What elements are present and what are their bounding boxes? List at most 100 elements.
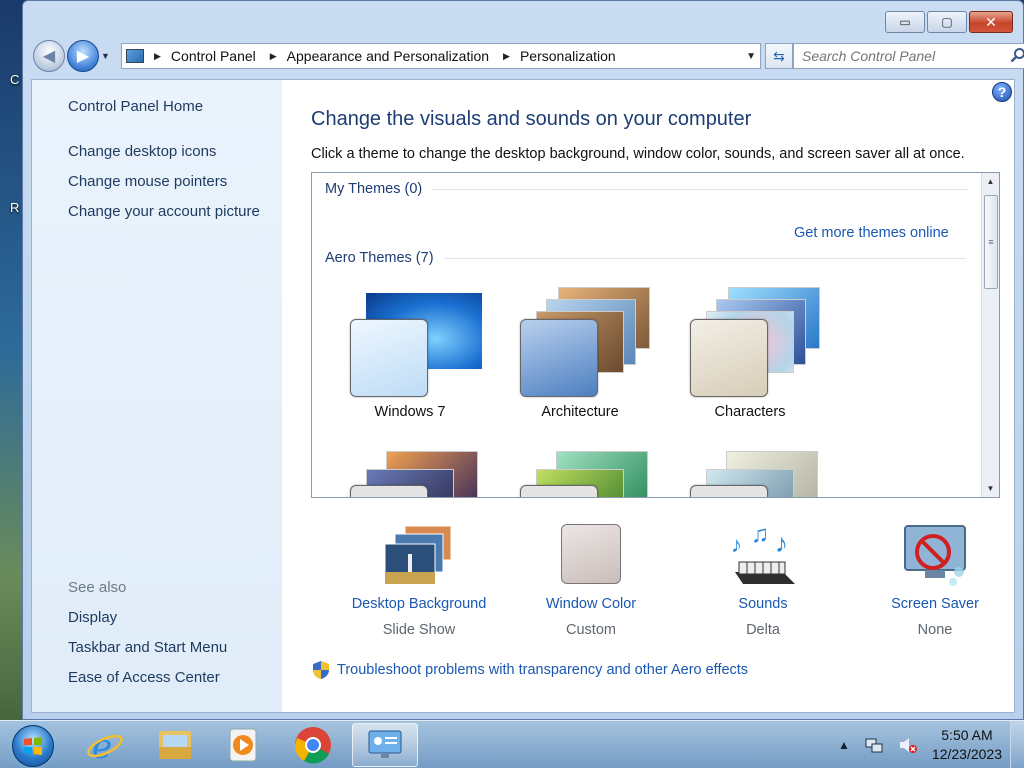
show-hidden-icons-button[interactable]: ▲ [838,738,850,752]
refresh-icon: ⇆ [773,47,785,64]
desktop-icon-label[interactable]: R [10,200,19,215]
start-button[interactable] [12,725,54,767]
window-color-icon [561,524,621,584]
taskbar: e ▲ 5:50 AM 12/23/2023 [0,720,1024,768]
task-pane: Control Panel Home Change desktop icons … [32,80,282,712]
theme-windows-7[interactable]: Windows 7 [330,283,490,428]
desktop-background-link[interactable]: Desktop Background [334,596,504,612]
control-panel-icon [368,730,402,758]
theme-label: Characters [714,404,786,420]
theme-characters[interactable]: Characters [670,283,830,428]
sounds-link[interactable]: Sounds [678,596,848,612]
forward-arrow-icon: ▶ [76,48,90,65]
scroll-up-icon[interactable]: ▲ [982,173,999,190]
maximize-button[interactable]: ▢ [927,11,967,33]
change-account-picture-link[interactable]: Change your account picture [68,203,260,220]
svg-text:e: e [92,727,112,764]
group-label: Aero Themes (7) [325,250,434,266]
back-button[interactable]: ◀ [33,40,65,72]
clock-time: 5:50 AM [941,727,993,743]
help-icon[interactable]: ? [992,82,1012,102]
desktop-icon-label[interactable]: C [10,72,19,87]
chevron-right-icon[interactable]: ▶ [270,51,277,62]
taskbar-control-panel[interactable] [352,723,418,767]
taskbar-chrome[interactable] [282,723,344,767]
search-icon[interactable] [1010,47,1024,63]
media-player-icon [229,728,257,762]
theme-tile-partial[interactable] [330,445,490,497]
screen-saver-icon [904,525,966,586]
theme-tile-partial[interactable] [500,445,660,497]
my-themes-header: My Themes (0) [325,181,969,197]
screen-saver-tile[interactable]: Screen Saver None [850,522,1020,642]
themes-list[interactable]: My Themes (0) Get more themes online Aer… [311,172,1000,498]
close-icon: ✕ [985,13,997,30]
get-more-themes-link[interactable]: Get more themes online [794,225,949,241]
navigation-bar: ◀ ▶ ▼ ▶ Control Panel ▶ Appearance and Pe… [33,39,1024,73]
clock-date: 12/23/2023 [931,746,1002,762]
taskbar-start-menu-link[interactable]: Taskbar and Start Menu [68,639,227,656]
taskbar-internet-explorer[interactable]: e [74,723,136,767]
recent-pages-dropdown[interactable]: ▼ [101,51,115,61]
forward-button[interactable]: ▶ [67,40,99,72]
breadcrumb-label: Appearance and Personalization [286,48,490,64]
show-desktop-button[interactable] [1010,721,1024,768]
page-description: Click a theme to change the desktop back… [311,146,965,162]
windows-logo-icon [24,737,42,755]
chrome-icon [294,727,331,764]
screen-saver-link[interactable]: Screen Saver [850,596,1020,612]
window-color-value: Custom [566,622,616,638]
clock[interactable]: 5:50 AM 12/23/2023 [932,726,1002,764]
ease-of-access-link[interactable]: Ease of Access Center [68,669,220,686]
taskbar-media-player[interactable] [212,723,274,767]
theme-color-swatch [350,319,428,397]
chevron-right-icon: ▶ [154,50,161,61]
chevron-right-icon[interactable]: ▶ [503,51,510,62]
page-title: Change the visuals and sounds on your co… [311,108,752,130]
theme-color-swatch [690,485,768,497]
theme-tile-partial[interactable] [670,445,830,497]
search-input[interactable] [802,48,1002,64]
content-area: Control Panel Home Change desktop icons … [31,79,1015,713]
search-box[interactable] [793,43,1024,69]
minimize-icon: ▭ [899,15,911,29]
volume-muted-icon[interactable] [898,735,918,755]
breadcrumb-item[interactable]: Control Panel ▶ [171,48,287,64]
desktop-background-icon [384,525,452,585]
close-button[interactable]: ✕ [969,11,1013,33]
scroll-thumb[interactable]: ≡ [984,195,998,289]
troubleshoot-link[interactable]: Troubleshoot problems with transparency … [337,662,748,678]
address-dropdown-button[interactable]: ▼ [746,51,756,62]
system-tray: ▲ 5:50 AM 12/23/2023 [838,721,1024,768]
change-desktop-icons-link[interactable]: Change desktop icons [68,143,216,160]
address-bar[interactable]: ▶ Control Panel ▶ Appearance and Personal… [121,43,761,69]
svg-text:♪: ♪ [731,532,742,557]
display-link[interactable]: Display [68,609,117,626]
theme-architecture[interactable]: Architecture [500,283,660,428]
refresh-button[interactable]: ⇆ [765,43,793,69]
aero-themes-header: Aero Themes (7) [325,250,966,266]
breadcrumb-item[interactable]: Personalization [520,48,616,64]
sounds-tile[interactable]: ♪ ♫ ♪ Sounds Delta [678,522,848,642]
window-color-tile[interactable]: Window Color Custom [506,522,676,642]
change-mouse-pointers-link[interactable]: Change mouse pointers [68,173,227,190]
scroll-down-icon[interactable]: ▼ [982,480,999,497]
divider [443,257,966,259]
desktop-background-tile[interactable]: Desktop Background Slide Show [334,522,504,642]
window-color-link[interactable]: Window Color [506,596,676,612]
maximize-icon: ▢ [941,15,953,29]
theme-color-swatch [520,319,598,397]
troubleshoot-row[interactable]: Troubleshoot problems with transparency … [311,660,748,680]
minimize-button[interactable]: ▭ [885,11,925,33]
taskbar-file-explorer[interactable] [144,723,206,767]
theme-color-swatch [520,485,598,497]
group-label: My Themes (0) [325,181,423,197]
network-icon[interactable] [864,735,884,755]
control-panel-home-link[interactable]: Control Panel Home [68,98,203,115]
breadcrumb-label: Personalization [519,48,616,64]
uac-shield-icon [313,661,329,679]
breadcrumb-root-arrow[interactable]: ▶ [150,51,171,62]
breadcrumb-item[interactable]: Appearance and Personalization ▶ [287,48,520,64]
sounds-value: Delta [746,622,780,638]
themes-scrollbar[interactable]: ▲ ≡ ▼ [981,173,999,497]
